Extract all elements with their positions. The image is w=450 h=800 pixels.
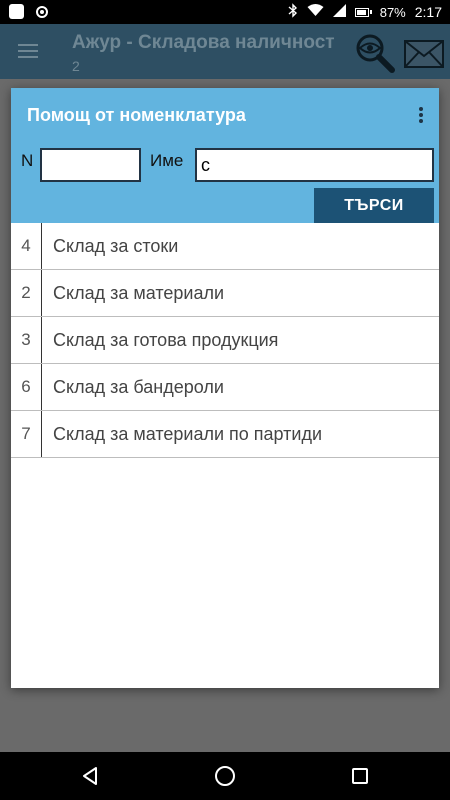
back-icon[interactable] [82,767,98,785]
item-name: Склад за стоки [53,236,179,256]
list-item[interactable]: 7 Склад за материали по партиди [11,411,439,458]
item-name: Склад за материали [53,283,225,303]
list-item[interactable]: 6 Склад за бандероли [11,364,439,411]
battery-percent: 87% [379,4,406,20]
kebab-menu-icon[interactable] [419,107,423,123]
item-number: 7 [11,411,42,457]
dialog-header: Помощ от номенклатура N Име ТЪРСИ [11,88,439,223]
app-title: Ажур - Складова наличност [72,32,335,53]
search-button[interactable]: ТЪРСИ [314,188,434,223]
item-number: 4 [11,223,42,269]
status-bar: 87% 2:17 [0,0,450,24]
list-item[interactable]: 4 Склад за стоки [11,223,439,270]
bluetooth-icon [288,3,298,21]
item-name: Склад за материали по партиди [53,424,323,444]
dialog-title: Помощ от номенклатура [27,105,246,125]
n-input[interactable] [40,148,141,182]
app-subtitle: 2 [72,58,80,74]
envelope-icon[interactable] [404,40,444,68]
battery-icon [354,7,372,17]
name-input[interactable] [195,148,434,182]
eye-magnifier-icon[interactable] [354,34,396,74]
notification-square-icon [9,4,24,19]
item-number: 2 [11,270,42,316]
navigation-bar [0,752,450,800]
home-icon[interactable] [215,766,235,786]
name-label: Име [150,151,184,170]
item-name: Склад за бандероли [53,377,224,397]
clock: 2:17 [414,4,442,20]
nomenclature-dialog: Помощ от номенклатура N Име ТЪРСИ 4 Скла… [11,88,439,688]
cell-signal-icon [332,4,346,20]
record-icon [36,6,48,18]
n-label: N [21,151,34,170]
item-number: 3 [11,317,42,363]
hamburger-icon[interactable] [18,44,38,58]
item-name: Склад за готова продукция [53,330,279,350]
results-list: 4 Склад за стоки 2 Склад за материали 3 … [11,223,439,458]
recent-apps-icon[interactable] [352,768,368,784]
list-item[interactable]: 2 Склад за материали [11,270,439,317]
wifi-icon [307,4,324,20]
list-item[interactable]: 3 Склад за готова продукция [11,317,439,364]
item-number: 6 [11,364,42,410]
